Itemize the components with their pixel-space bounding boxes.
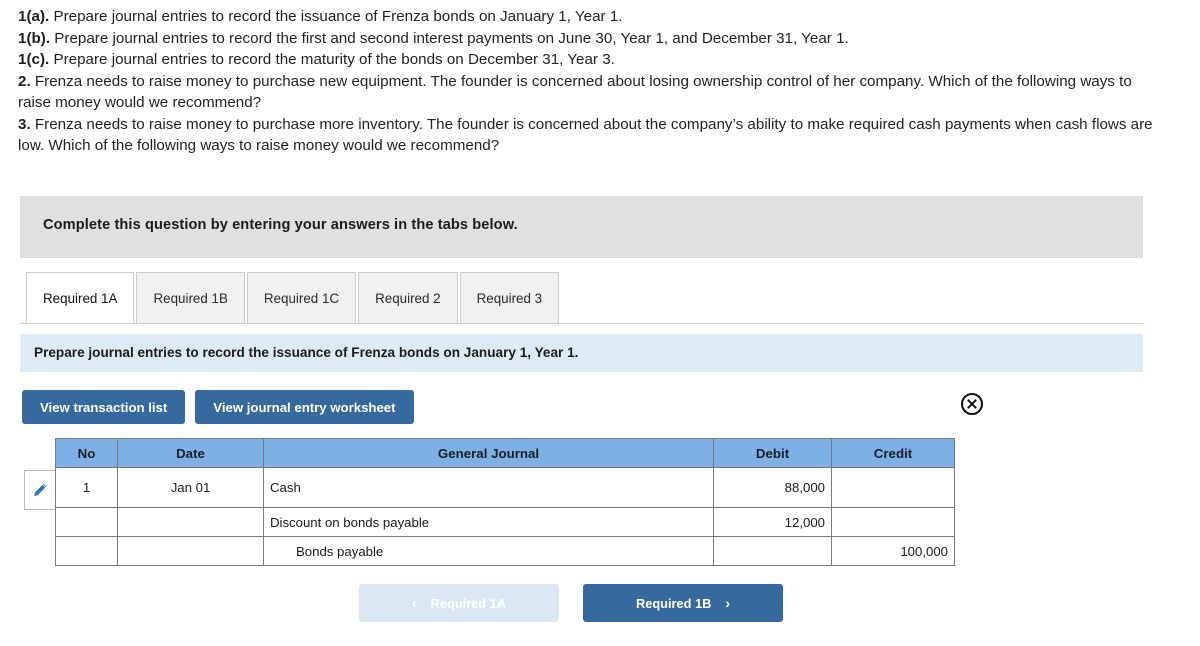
cell-date[interactable] — [117, 536, 264, 566]
cell-no[interactable] — [55, 507, 118, 537]
cell-credit[interactable] — [831, 467, 955, 508]
prompt-line: 3. Frenza needs to raise money to purcha… — [18, 114, 1166, 157]
instruction-banner-text: Complete this question by entering your … — [43, 217, 518, 233]
prompt-line-text: Prepare journal entries to record the ma… — [49, 51, 615, 68]
prompt-line-lead: 2. — [18, 72, 31, 90]
requirement-strip: Prepare journal entries to record the is… — [20, 334, 1143, 372]
table-row[interactable]: Bonds payable 100,000 — [55, 536, 955, 566]
close-circle-icon[interactable] — [960, 392, 984, 416]
worksheet-toolbar: View transaction list View journal entry… — [22, 390, 414, 424]
prompt-line: 1(a). Prepare journal entries to record … — [18, 6, 1166, 28]
prompt-line-text: Prepare journal entries to record the fi… — [50, 29, 849, 47]
question-prompt: 1(a). Prepare journal entries to record … — [18, 6, 1166, 157]
next-requirement-button[interactable]: Required 1B › — [583, 584, 783, 622]
cell-account[interactable]: Cash — [263, 467, 714, 508]
cell-credit[interactable] — [831, 507, 955, 537]
next-requirement-label: Required 1B — [635, 595, 712, 611]
edit-row-button[interactable] — [24, 470, 55, 510]
previous-requirement-button: ‹ Required 1A — [359, 584, 559, 622]
prompt-line-text: Prepare journal entries to record the is… — [49, 8, 623, 25]
prompt-line: 1(b). Prepare journal entries to record … — [18, 28, 1166, 50]
cell-no[interactable] — [55, 536, 118, 566]
general-journal-table: No Date General Journal Debit Credit 1 J… — [55, 438, 955, 566]
tab-required-1b[interactable]: Required 1B — [136, 272, 245, 324]
prompt-line: 2. Frenza needs to raise money to purcha… — [18, 71, 1166, 114]
prompt-line-lead: 3. — [18, 115, 31, 133]
requirement-tabs: Required 1A Required 1B Required 1C Requ… — [26, 272, 561, 324]
requirement-navigation: ‹ Required 1A Required 1B › — [359, 584, 783, 622]
tab-required-1a[interactable]: Required 1A — [26, 272, 135, 324]
chevron-left-icon: ‹ — [411, 595, 417, 611]
prompt-line-lead: 1(c). — [18, 51, 50, 68]
tab-required-3[interactable]: Required 3 — [459, 272, 560, 324]
pencil-icon — [34, 483, 47, 496]
cell-account[interactable]: Bonds payable — [263, 536, 714, 566]
cell-debit[interactable]: 12,000 — [713, 507, 832, 537]
table-row[interactable]: 1 Jan 01 Cash 88,000 — [55, 467, 955, 508]
tab-label: Required 1B — [153, 290, 228, 306]
cell-no[interactable]: 1 — [55, 467, 118, 508]
cell-date[interactable] — [117, 507, 264, 537]
table-header-row: No Date General Journal Debit Credit — [55, 438, 955, 468]
prompt-line-text: Frenza needs to raise money to purchase … — [18, 115, 1153, 155]
prompt-line-text: Frenza needs to raise money to purchase … — [18, 72, 1132, 112]
prompt-line-lead: 1(b). — [18, 29, 51, 47]
tab-label: Required 2 — [375, 290, 441, 306]
tab-label: Required 3 — [476, 290, 543, 306]
tab-label: Required 1A — [43, 290, 118, 306]
column-header-debit: Debit — [713, 438, 832, 468]
cell-credit[interactable]: 100,000 — [831, 536, 955, 566]
instruction-banner: Complete this question by entering your … — [20, 196, 1143, 258]
tabs-divider — [20, 323, 1143, 324]
tab-required-1c[interactable]: Required 1C — [246, 272, 357, 324]
view-transaction-list-button[interactable]: View transaction list — [22, 390, 186, 424]
prompt-line: 1(c). Prepare journal entries to record … — [18, 49, 1166, 71]
previous-requirement-label: Required 1A — [430, 595, 507, 611]
cell-date[interactable]: Jan 01 — [117, 467, 264, 508]
cell-debit[interactable]: 88,000 — [713, 467, 832, 508]
tab-label: Required 1C — [263, 290, 340, 306]
prompt-line-lead: 1(a). — [18, 8, 50, 25]
cell-account-text: Bonds payable — [296, 543, 384, 559]
cell-debit[interactable] — [713, 536, 832, 566]
table-row[interactable]: Discount on bonds payable 12,000 — [55, 507, 955, 537]
column-header-general-journal: General Journal — [263, 438, 714, 468]
tab-required-2[interactable]: Required 2 — [358, 272, 458, 324]
chevron-right-icon: › — [725, 595, 731, 611]
column-header-no: No — [55, 438, 118, 468]
cell-account[interactable]: Discount on bonds payable — [263, 507, 714, 537]
requirement-strip-text: Prepare journal entries to record the is… — [34, 345, 579, 360]
column-header-credit: Credit — [831, 438, 955, 468]
view-journal-entry-worksheet-button[interactable]: View journal entry worksheet — [195, 390, 414, 424]
column-header-date: Date — [117, 438, 264, 468]
